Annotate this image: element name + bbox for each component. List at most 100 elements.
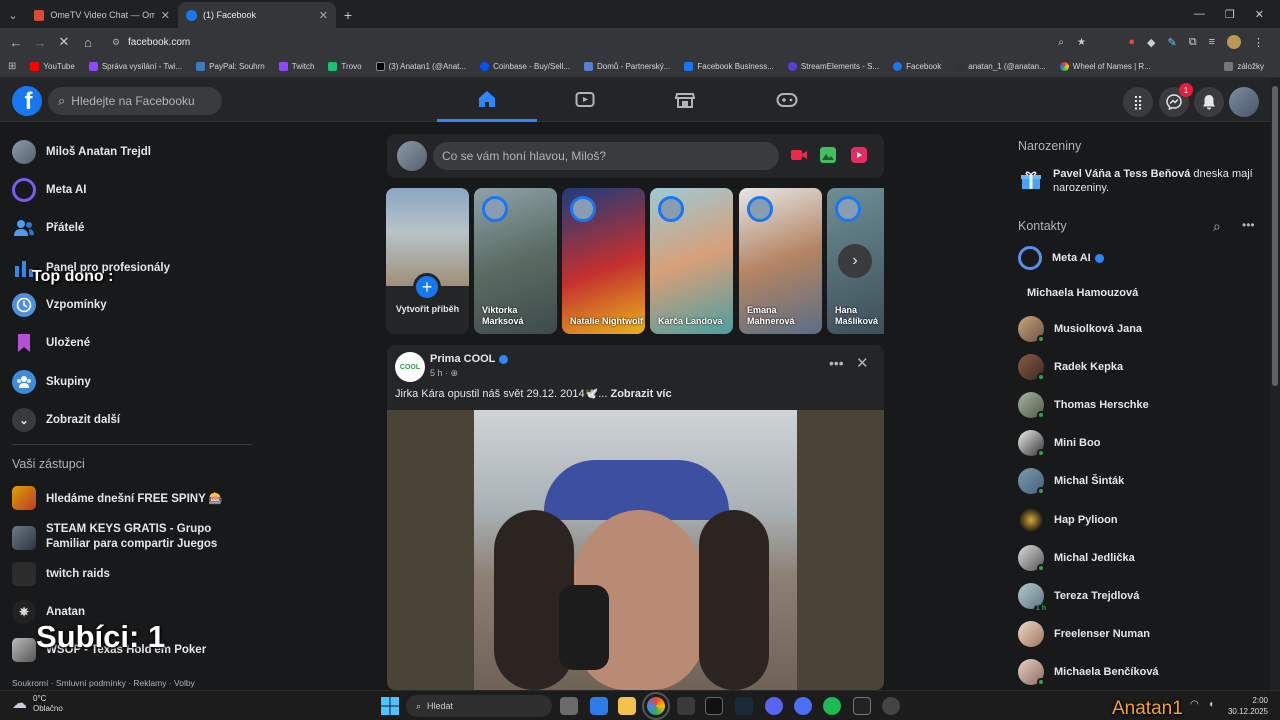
bookmark-twitch[interactable]: Twitch	[273, 62, 321, 71]
photo-icon[interactable]	[819, 146, 837, 167]
page-scrollbar[interactable]	[1270, 78, 1280, 690]
tab-gaming[interactable]	[737, 78, 837, 122]
apps-grid-icon[interactable]: ⊞	[8, 61, 16, 72]
discord-icon[interactable]	[765, 697, 783, 715]
sidebar-item-see-more[interactable]: ⌄ Zobrazit další	[12, 408, 120, 432]
epic-games-icon[interactable]	[853, 697, 871, 715]
tab-facebook[interactable]: (1) Facebook ✕	[178, 2, 336, 28]
extension-icon[interactable]: ◆	[1147, 36, 1155, 49]
reel-icon[interactable]	[850, 146, 868, 167]
address-bar[interactable]: ⚙ facebook.com ⌕ ★	[104, 31, 1094, 53]
extension-icon[interactable]: ✎	[1168, 36, 1177, 49]
composer-input[interactable]: Co se vám honí hlavou, Miloš?	[433, 142, 779, 170]
contact-item[interactable]: Michaela Benčíková	[1018, 659, 1159, 686]
facebook-logo-icon[interactable]: f	[12, 86, 42, 116]
avatar[interactable]	[397, 141, 427, 171]
bookmark-streamelements[interactable]: StreamElements - S...	[782, 62, 885, 71]
bookmark-youtube[interactable]: YouTube	[24, 62, 80, 71]
close-icon[interactable]: ✕	[856, 354, 869, 372]
new-tab-button[interactable]: +	[336, 2, 360, 28]
birthday-text[interactable]: Pavel Váňa a Tess Beňová dneska mají nar…	[1053, 167, 1263, 195]
story-card[interactable]: Emana Mahnerová	[739, 188, 822, 334]
home-icon[interactable]: ⌂	[76, 35, 100, 50]
maximize-icon[interactable]: ❐	[1225, 8, 1235, 21]
menu-dots-icon[interactable]: ⋮	[1253, 36, 1264, 49]
contact-item[interactable]: Freelenser Numan	[1018, 621, 1150, 647]
bookmark-twitch-manager[interactable]: Správa vysílání - Twi...	[83, 62, 188, 71]
tab-home[interactable]	[437, 78, 537, 122]
bookmark-trovo[interactable]: Trovo	[322, 62, 367, 71]
profile-avatar[interactable]	[1229, 87, 1259, 117]
sidebar-item-friends[interactable]: Přátelé	[12, 216, 84, 240]
menu-grid-button[interactable]: ⣿	[1123, 87, 1153, 117]
windows-start-icon[interactable]	[381, 697, 399, 718]
live-video-icon[interactable]	[790, 148, 808, 165]
bookmark-threads[interactable]: anatan_1 (@anatan...	[949, 62, 1052, 71]
bookmark-coinbase[interactable]: Coinbase - Buy/Sell...	[474, 62, 576, 71]
bookmark-partner[interactable]: Domů - Partnerský...	[578, 62, 676, 71]
more-options-icon[interactable]: •••	[829, 355, 844, 371]
bookmark-fb-business[interactable]: Facebook Business...	[678, 62, 779, 71]
search-icon[interactable]: ⌕	[1213, 218, 1221, 235]
contact-item[interactable]: Musiolková Jana	[1018, 316, 1142, 343]
sidebar-item-memories[interactable]: Vzpomínky	[12, 293, 107, 317]
bookmark-facebook[interactable]: Facebook	[887, 62, 947, 71]
sidebar-item-saved[interactable]: Uložené	[12, 331, 90, 355]
shortcut-twitch-raids[interactable]: twitch raids	[12, 562, 110, 586]
star-icon[interactable]: ★	[1077, 37, 1086, 48]
chrome-icon[interactable]	[642, 692, 670, 720]
contact-item[interactable]: Meta AI	[1018, 246, 1104, 270]
file-explorer-icon[interactable]	[618, 697, 636, 715]
sidebar-item-meta-ai[interactable]: Meta AI	[12, 178, 86, 202]
stories-next-button[interactable]: ›	[838, 244, 872, 278]
bookmark-paypal[interactable]: PayPal: Souhrn	[190, 62, 271, 71]
contact-item[interactable]: Michal Jedlička	[1018, 545, 1135, 572]
post-time[interactable]: 5 h · ⊕	[430, 368, 458, 379]
all-bookmarks[interactable]: záložky	[1218, 62, 1270, 71]
app-icon[interactable]	[794, 697, 812, 715]
obs-icon[interactable]	[882, 697, 900, 715]
notifications-button[interactable]	[1194, 87, 1224, 117]
see-more-link[interactable]: Zobrazit víc	[610, 388, 671, 400]
shortcut-steam-keys[interactable]: STEAM KEYS GRATIS - Grupo Familiar para …	[12, 522, 246, 552]
post-media[interactable]	[387, 410, 884, 690]
page-avatar[interactable]: COOL	[395, 352, 425, 382]
site-info-icon[interactable]: ⚙	[112, 37, 120, 48]
reading-list-icon[interactable]: ≡	[1209, 36, 1215, 48]
close-window-icon[interactable]: ✕	[1255, 8, 1264, 21]
app-icon[interactable]	[705, 697, 723, 715]
tab-search-icon[interactable]: ⌄	[0, 2, 26, 28]
app-icon[interactable]	[677, 697, 695, 715]
shortcut-free-spiny[interactable]: Hledáme dnešní FREE SPINY 🎰	[12, 486, 223, 510]
messenger-button[interactable]: 1	[1159, 83, 1193, 117]
wifi-icon[interactable]: ◠	[1190, 699, 1199, 710]
contact-item[interactable]: Radek Kepka	[1018, 354, 1123, 381]
search-input[interactable]: ⌕ Hledejte na Facebooku	[48, 87, 222, 115]
more-options-icon[interactable]: •••	[1242, 218, 1255, 232]
story-card[interactable]: Natalie Nightwolf	[562, 188, 645, 334]
contact-item[interactable]: Michal Šinták	[1018, 468, 1124, 495]
zoom-icon[interactable]: ⌕	[1058, 37, 1064, 48]
contact-item[interactable]: Hap Pylioon	[1018, 507, 1118, 533]
scrollbar-thumb[interactable]	[1272, 86, 1278, 386]
close-icon[interactable]: ✕	[161, 9, 170, 22]
contact-item[interactable]: Michaela Hamouzová	[1027, 287, 1138, 299]
back-icon[interactable]: ←	[4, 35, 28, 50]
tab-marketplace[interactable]	[635, 78, 735, 122]
taskbar-search[interactable]: ⌕ Hledat	[406, 695, 552, 717]
sidebar-item-groups[interactable]: Skupiny	[12, 370, 91, 394]
minimize-icon[interactable]: —	[1194, 8, 1205, 20]
task-view-icon[interactable]	[560, 697, 578, 715]
story-create[interactable]: + Vytvořit příběh	[386, 188, 469, 334]
bookmark-wheel[interactable]: Wheel of Names | R...	[1054, 62, 1157, 71]
steam-icon[interactable]	[735, 697, 753, 715]
forward-icon[interactable]: →	[28, 35, 52, 50]
story-card[interactable]: Viktorka Marksová	[474, 188, 557, 334]
tab-ometv[interactable]: OmeTV Video Chat — Ome ✕	[26, 2, 178, 28]
post-author[interactable]: Prima COOL	[430, 353, 509, 365]
profile-avatar-icon[interactable]	[1227, 35, 1241, 49]
weather-widget[interactable]: ☁ 0°C Oblačno	[12, 694, 63, 714]
footer-links[interactable]: Soukromí · Smluvní podmínky · Reklamy · …	[12, 678, 195, 688]
stop-loading-icon[interactable]: ✕	[52, 34, 76, 50]
clock[interactable]: 2:00 30.12.2025	[1228, 695, 1268, 717]
